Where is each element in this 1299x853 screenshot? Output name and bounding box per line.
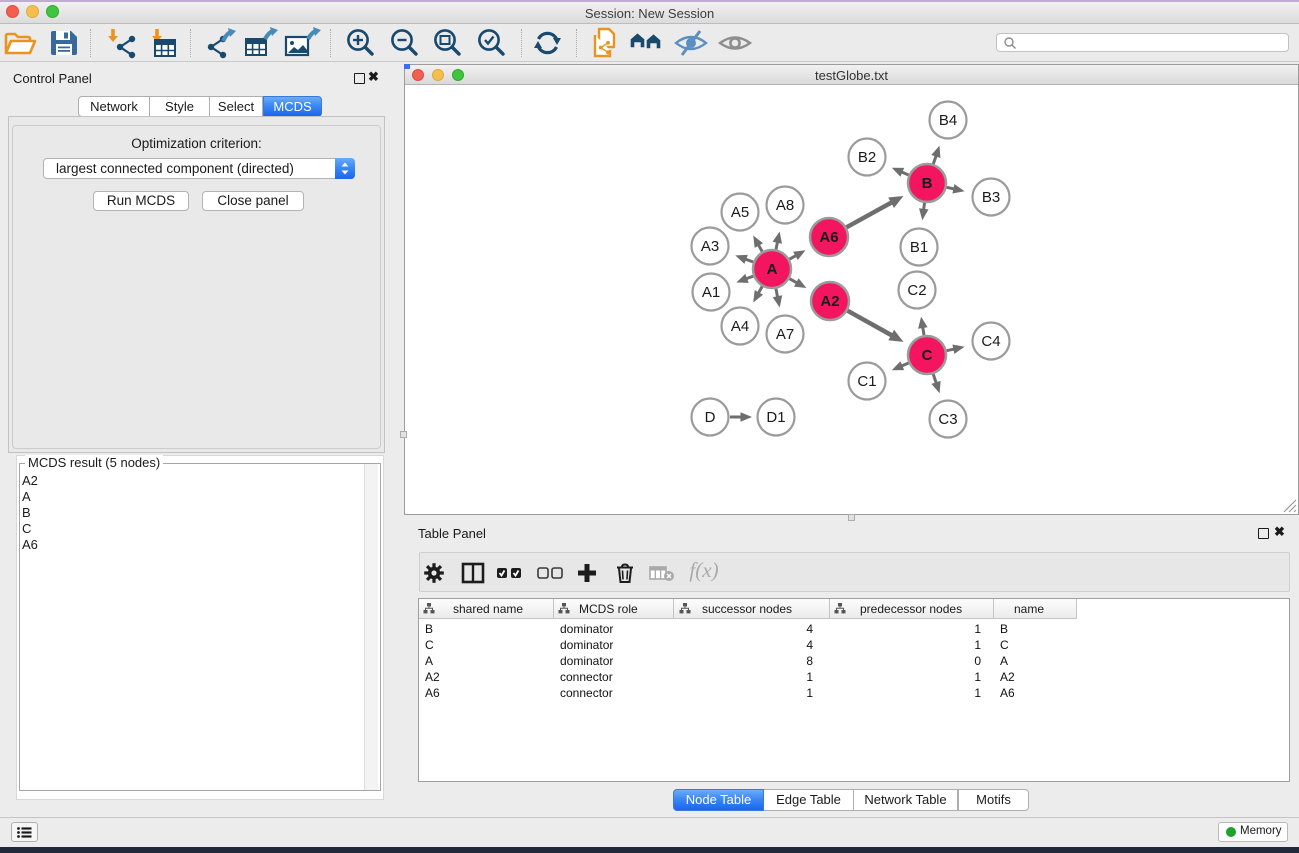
svg-text:C1: C1 [857,373,876,390]
svg-text:B1: B1 [910,239,928,256]
svg-text:A: A [767,261,778,278]
svg-text:D: D [705,409,716,426]
svg-text:B3: B3 [982,189,1000,206]
svg-text:A4: A4 [731,318,749,335]
svg-text:C4: C4 [981,333,1000,350]
svg-text:A8: A8 [776,197,794,214]
svg-text:A2: A2 [820,293,839,310]
svg-text:B4: B4 [939,112,957,129]
svg-text:C3: C3 [938,411,957,428]
svg-text:A5: A5 [731,204,749,221]
svg-text:A3: A3 [701,238,719,255]
svg-text:C2: C2 [907,282,926,299]
svg-text:C: C [922,347,933,364]
svg-text:B: B [922,175,933,192]
svg-text:B2: B2 [858,149,876,166]
svg-text:A6: A6 [819,229,838,246]
svg-text:A1: A1 [702,284,720,301]
svg-text:D1: D1 [766,409,785,426]
svg-text:A7: A7 [776,326,794,343]
